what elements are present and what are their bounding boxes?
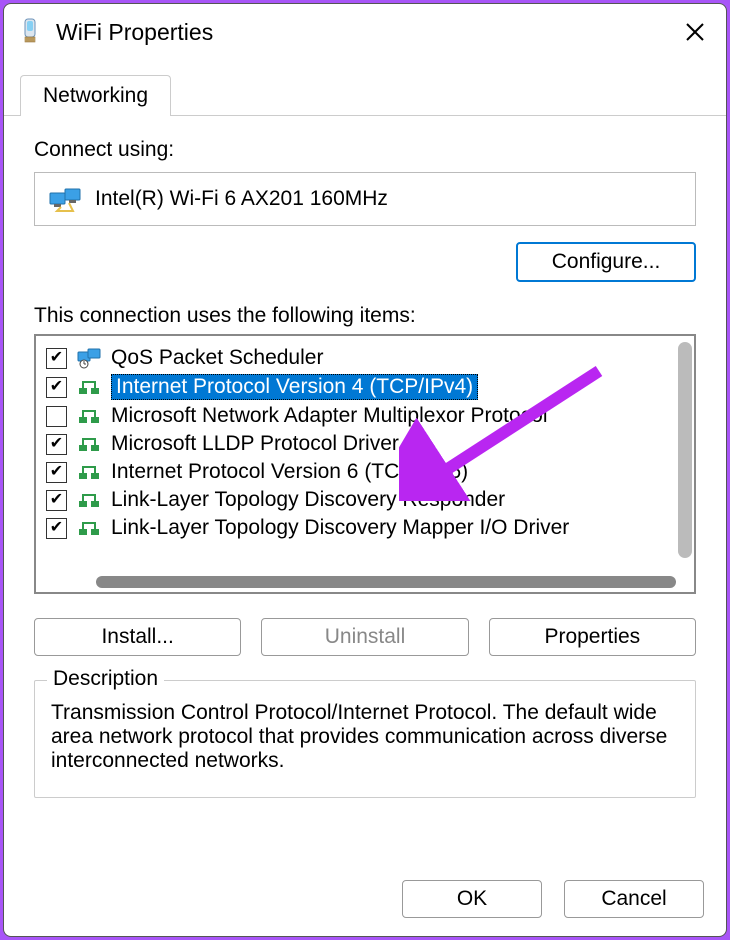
description-legend: Description xyxy=(47,667,164,691)
connection-items-list[interactable]: QoS Packet Scheduler Internet Protocol Ve… xyxy=(34,334,696,594)
protocol-icon xyxy=(77,405,101,427)
protocol-icon xyxy=(77,433,101,455)
adapter-name: Intel(R) Wi-Fi 6 AX201 160MHz xyxy=(95,187,388,211)
description-text: Transmission Control Protocol/Internet P… xyxy=(51,701,667,772)
list-item[interactable]: Microsoft LLDP Protocol Driver xyxy=(44,430,674,458)
wifi-properties-dialog: WiFi Properties Networking Connect using… xyxy=(3,3,727,937)
wifi-adapter-icon xyxy=(16,18,44,46)
list-item[interactable]: Microsoft Network Adapter Multiplexor Pr… xyxy=(44,402,674,430)
list-item[interactable]: Link-Layer Topology Discovery Mapper I/O… xyxy=(44,514,674,542)
item-checkbox[interactable] xyxy=(46,406,67,427)
cancel-button[interactable]: Cancel xyxy=(564,880,704,918)
list-item[interactable]: Internet Protocol Version 4 (TCP/IPv4) xyxy=(44,372,674,402)
list-item[interactable]: QoS Packet Scheduler xyxy=(44,344,674,372)
item-checkbox[interactable] xyxy=(46,462,67,483)
install-button[interactable]: Install... xyxy=(34,618,241,656)
close-button[interactable] xyxy=(680,17,710,47)
configure-button[interactable]: Configure... xyxy=(516,242,696,282)
protocol-icon xyxy=(77,517,101,539)
item-checkbox[interactable] xyxy=(46,490,67,511)
properties-button[interactable]: Properties xyxy=(489,618,696,656)
qos-icon xyxy=(77,347,101,369)
tab-content: Connect using: Intel(R) Wi-Fi 6 AX201 16… xyxy=(4,116,726,814)
item-checkbox[interactable] xyxy=(46,518,67,539)
item-checkbox[interactable] xyxy=(46,434,67,455)
item-checkbox[interactable] xyxy=(46,377,67,398)
item-label: Microsoft LLDP Protocol Driver xyxy=(111,432,399,456)
protocol-icon xyxy=(77,461,101,483)
close-icon xyxy=(684,21,706,43)
window-title: WiFi Properties xyxy=(56,19,680,46)
vertical-scrollbar[interactable] xyxy=(678,342,692,558)
connect-using-label: Connect using: xyxy=(34,138,696,162)
tabstrip: Networking xyxy=(4,60,726,116)
horizontal-scrollbar[interactable] xyxy=(96,576,676,588)
item-label: QoS Packet Scheduler xyxy=(111,346,323,370)
titlebar: WiFi Properties xyxy=(4,4,726,60)
item-label: Link-Layer Topology Discovery Responder xyxy=(111,488,505,512)
list-item[interactable]: Internet Protocol Version 6 (TCP/IPv6) xyxy=(44,458,674,486)
item-checkbox[interactable] xyxy=(46,348,67,369)
tab-networking[interactable]: Networking xyxy=(20,75,171,116)
protocol-icon xyxy=(77,376,101,398)
dialog-footer: OK Cancel xyxy=(4,866,726,936)
ok-button[interactable]: OK xyxy=(402,880,542,918)
item-label: Internet Protocol Version 6 (TCP/IPv6) xyxy=(111,460,468,484)
item-label: Link-Layer Topology Discovery Mapper I/O… xyxy=(111,516,569,540)
item-label: Microsoft Network Adapter Multiplexor Pr… xyxy=(111,404,548,428)
list-item[interactable]: Link-Layer Topology Discovery Responder xyxy=(44,486,674,514)
description-group: Description Transmission Control Protoco… xyxy=(34,680,696,798)
items-label: This connection uses the following items… xyxy=(34,304,696,328)
network-adapter-icon xyxy=(49,185,81,213)
uninstall-button: Uninstall xyxy=(261,618,468,656)
adapter-box[interactable]: Intel(R) Wi-Fi 6 AX201 160MHz xyxy=(34,172,696,226)
protocol-icon xyxy=(77,489,101,511)
item-label: Internet Protocol Version 4 (TCP/IPv4) xyxy=(111,374,478,400)
